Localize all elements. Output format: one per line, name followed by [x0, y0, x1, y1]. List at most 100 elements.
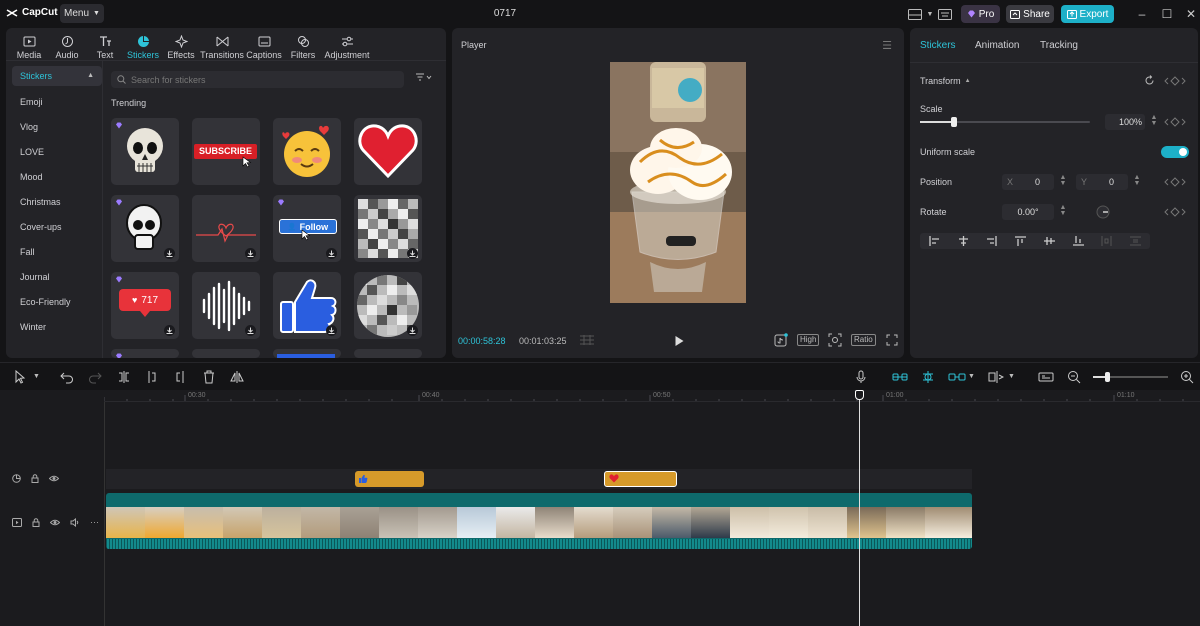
align-center-h-icon[interactable] [958, 236, 969, 246]
zoom-slider-thumb[interactable] [1105, 372, 1110, 382]
sound-wave-sticker[interactable] [192, 272, 260, 339]
download-icon[interactable] [245, 325, 256, 336]
thumbs-up-sticker[interactable] [273, 272, 341, 339]
time-ruler[interactable] [103, 390, 1200, 402]
more-options-icon[interactable]: ··· [90, 518, 99, 527]
scale-value-field[interactable]: 100% [1105, 114, 1145, 130]
eye-icon[interactable] [49, 474, 59, 483]
rotate-value-field[interactable]: 0.00° [1002, 204, 1054, 220]
align-right-icon[interactable] [986, 236, 998, 246]
rotate-stepper[interactable]: ▲ ▼ [1058, 204, 1068, 219]
microphone-icon[interactable] [854, 370, 868, 384]
tab-audio[interactable]: Audio [48, 32, 86, 62]
keyframe-icon[interactable] [1164, 177, 1186, 187]
keyframe-icon[interactable] [1164, 207, 1186, 217]
tab-adjustment[interactable]: Adjustment [322, 32, 372, 62]
tab-effects[interactable]: Effects [162, 32, 200, 62]
sticker-partial[interactable] [354, 349, 422, 358]
inspector-tab-tracking[interactable]: Tracking [1040, 40, 1078, 51]
auto-snap-icon[interactable] [920, 370, 936, 384]
category-winter[interactable]: Winter [12, 315, 102, 340]
align-left-icon[interactable] [929, 236, 940, 246]
position-x-stepper[interactable]: ▲ ▼ [1058, 174, 1068, 189]
category-emoji[interactable]: Emoji [12, 90, 102, 115]
keyframe-icon[interactable] [1164, 117, 1186, 127]
delete-icon[interactable] [202, 370, 216, 384]
mosaic-circle-sticker[interactable] [354, 272, 422, 339]
position-y-field[interactable]: Y 0 [1076, 174, 1128, 190]
search-input[interactable] [131, 74, 391, 85]
scale-slider-thumb[interactable] [951, 117, 957, 127]
category-christmas[interactable]: Christmas [12, 190, 102, 215]
category-eco-friendly[interactable]: Eco-Friendly [12, 290, 102, 315]
mosaic-square-sticker[interactable] [354, 195, 422, 262]
download-icon[interactable] [407, 248, 418, 259]
category-love[interactable]: LOVE [12, 140, 102, 165]
hamburger-menu-icon[interactable]: ☰ [882, 39, 892, 52]
video-preview[interactable] [610, 62, 746, 303]
scale-stepper[interactable]: ▲ ▼ [1149, 114, 1159, 129]
pro-button[interactable]: Pro [961, 5, 1000, 23]
tab-text[interactable]: Text [86, 32, 124, 62]
transform-section-header[interactable]: Transform ▲ [920, 76, 971, 86]
category-journal[interactable]: Journal [12, 265, 102, 290]
uniform-scale-toggle[interactable] [1161, 146, 1189, 158]
align-center-v-icon[interactable] [1043, 236, 1055, 246]
timeline-zoom-slider[interactable] [1093, 372, 1168, 382]
keyframe-icon[interactable] [1164, 76, 1186, 86]
redo-icon[interactable] [88, 370, 102, 384]
preview-axis-icon[interactable] [988, 370, 1004, 384]
sticker-partial[interactable] [273, 349, 341, 358]
maximize-icon[interactable]: ☐ [1161, 7, 1173, 21]
main-video-clip[interactable] [106, 493, 972, 549]
skull-sticker[interactable] [111, 118, 179, 185]
fullscreen-icon[interactable] [886, 333, 898, 347]
mirror-icon[interactable] [230, 370, 244, 384]
layout-icon[interactable] [907, 6, 923, 22]
download-icon[interactable] [245, 248, 256, 259]
sticker-partial[interactable] [192, 349, 260, 358]
category-vlog[interactable]: Vlog [12, 115, 102, 140]
sticker-clip-thumbs-up[interactable] [355, 471, 424, 487]
playhead-handle[interactable] [855, 390, 864, 400]
select-mode-chevron-icon[interactable]: ▼ [33, 373, 40, 380]
undo-icon[interactable] [60, 370, 74, 384]
trim-right-icon[interactable] [173, 370, 187, 384]
tab-stickers[interactable]: Stickers [124, 32, 162, 62]
keyboard-icon[interactable] [937, 6, 953, 22]
export-button[interactable]: Export [1061, 5, 1114, 23]
blushing-emoji-sticker[interactable] [273, 118, 341, 185]
position-y-stepper[interactable]: ▲ ▼ [1132, 174, 1142, 189]
tab-media[interactable]: Media [10, 32, 48, 62]
speaker-icon[interactable] [70, 518, 80, 527]
inspector-tab-stickers[interactable]: Stickers [920, 40, 956, 51]
skull-sketch-sticker[interactable] [111, 195, 179, 262]
sticker-search-box[interactable] [111, 71, 404, 88]
like-count-sticker[interactable]: ♥ 717 [111, 272, 179, 339]
lock-icon[interactable] [32, 518, 40, 527]
scale-slider-track[interactable] [920, 117, 1090, 127]
zoom-fit-icon[interactable] [828, 333, 842, 347]
tiktok-safe-zone-icon[interactable] [774, 333, 788, 347]
ratio-button[interactable]: Ratio [851, 333, 876, 347]
playhead[interactable] [855, 390, 864, 626]
split-icon[interactable] [117, 370, 131, 384]
follow-button-sticker[interactable]: 👤 Follow [273, 195, 341, 262]
subscribe-sticker[interactable]: SUBSCRIBE [192, 118, 260, 185]
preview-axis-chevron-icon[interactable]: ▼ [1008, 373, 1015, 380]
play-icon[interactable] [673, 335, 685, 347]
tab-captions[interactable]: Captions [244, 32, 284, 62]
zoom-in-icon[interactable] [1180, 370, 1194, 384]
heartbeat-line-sticker[interactable] [192, 195, 260, 262]
download-icon[interactable] [164, 325, 175, 336]
category-mood[interactable]: Mood [12, 165, 102, 190]
trim-left-icon[interactable] [145, 370, 159, 384]
rotate-dial-icon[interactable] [1096, 205, 1110, 222]
sticker-partial[interactable] [111, 349, 179, 358]
download-icon[interactable] [326, 325, 337, 336]
category-fall[interactable]: Fall [12, 240, 102, 265]
align-top-icon[interactable] [1015, 236, 1027, 246]
category-stickers[interactable]: Stickers ▲ [12, 66, 102, 86]
timeline-grid-icon[interactable] [579, 334, 595, 346]
download-icon[interactable] [164, 248, 175, 259]
